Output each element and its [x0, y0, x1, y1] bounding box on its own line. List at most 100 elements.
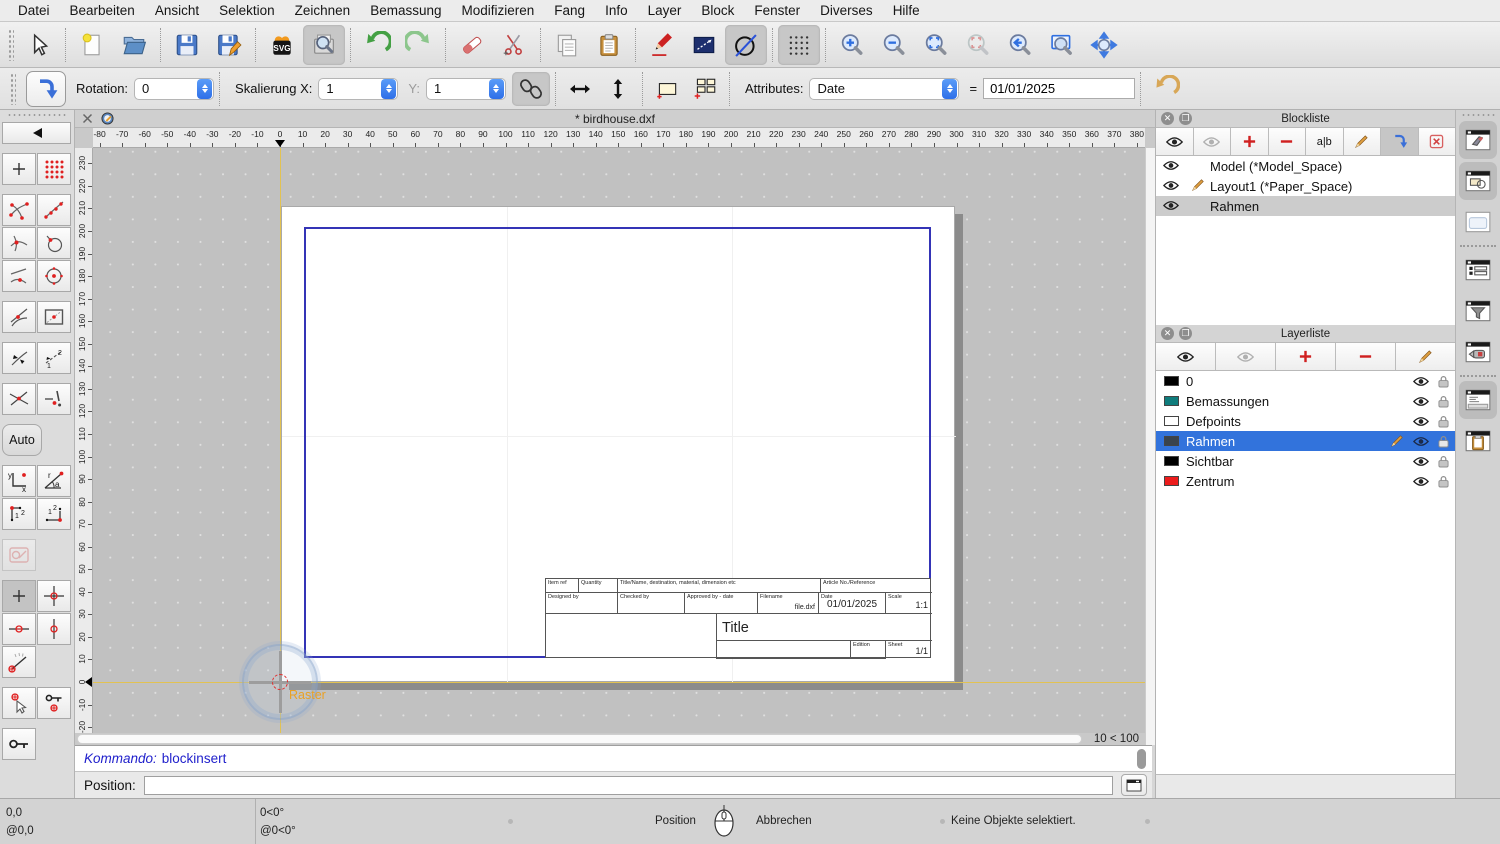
command-line-toggle-button[interactable]	[1459, 381, 1497, 419]
menu-datei[interactable]: Datei	[8, 3, 60, 18]
edit-layer-button[interactable]	[1396, 343, 1455, 370]
pencil-icon[interactable]	[1390, 434, 1404, 448]
restrict-horizontal-button[interactable]	[2, 613, 36, 645]
grid-toggle-button[interactable]	[778, 24, 820, 65]
eye-icon[interactable]	[1163, 160, 1179, 171]
redo-button[interactable]	[398, 25, 440, 65]
lock-icon[interactable]	[1438, 395, 1449, 408]
drawing-canvas[interactable]: Raster Item ref Quantity Title/Name, des…	[93, 148, 1145, 733]
eye-icon[interactable]	[1413, 416, 1429, 427]
delete-button[interactable]	[451, 25, 493, 65]
add-layer-button[interactable]	[1276, 343, 1336, 370]
layer-list-item[interactable]: Bemassungen	[1156, 391, 1455, 411]
selection-filter-toggle-button[interactable]	[1459, 292, 1497, 330]
block-list-item[interactable]: Layout1 (*Paper_Space)	[1156, 176, 1455, 196]
eye-icon[interactable]	[1413, 436, 1429, 447]
menu-bearbeiten[interactable]: Bearbeiten	[60, 3, 145, 18]
snap-point-on-circle-button[interactable]	[37, 227, 71, 259]
circle-line-toggle-button[interactable]	[725, 24, 767, 65]
lock-icon[interactable]	[1438, 455, 1449, 468]
add-block-button[interactable]	[1231, 128, 1269, 155]
insert-block-button[interactable]	[1381, 128, 1419, 155]
pencil-icon[interactable]	[1191, 178, 1205, 192]
set-relative-zero-button[interactable]	[2, 687, 36, 719]
dock-drag-handle[interactable]	[1461, 113, 1495, 118]
open-file-button[interactable]	[113, 25, 155, 65]
pointer-tool-button[interactable]	[18, 25, 60, 65]
snap-center-button[interactable]	[37, 260, 71, 292]
snap-restrict-entity-button[interactable]	[2, 342, 36, 374]
restrict-vertical-button[interactable]	[37, 613, 71, 645]
vertical-scrollbar[interactable]	[1145, 148, 1155, 745]
edit-block-button[interactable]	[1343, 128, 1381, 155]
hide-all-blocks-button[interactable]	[1193, 128, 1231, 155]
lock-icon[interactable]	[1438, 435, 1449, 448]
snap-polar-coordinate-button[interactable]: ra	[37, 465, 71, 497]
keep-proportions-button[interactable]	[511, 71, 550, 106]
layer-list-toggle-button[interactable]	[1459, 162, 1497, 200]
scale-y-stepper[interactable]	[488, 78, 504, 99]
clipboard-panel-toggle-button[interactable]	[1459, 422, 1497, 460]
array-insert-button[interactable]	[686, 69, 724, 109]
new-file-button[interactable]	[71, 25, 113, 65]
snap-xy-coordinate-button[interactable]: yx	[2, 465, 36, 497]
restrict-angle-button[interactable]	[2, 646, 36, 678]
snap-endpoints-button[interactable]	[2, 194, 36, 226]
toolbar-drag-handle[interactable]	[10, 72, 16, 105]
menu-bemassung[interactable]: Bemassung	[360, 3, 451, 18]
remove-block-button[interactable]	[1268, 128, 1306, 155]
snap-nearest-button[interactable]	[2, 260, 36, 292]
flip-horizontal-button[interactable]	[561, 69, 599, 109]
layer-list-item[interactable]: Defpoints	[1156, 411, 1455, 431]
lock-icon[interactable]	[1438, 375, 1449, 388]
restrict-orthogonal-button[interactable]	[37, 580, 71, 612]
eye-icon[interactable]	[1413, 396, 1429, 407]
lock-tool-button[interactable]	[2, 728, 36, 760]
remove-layer-button[interactable]	[1336, 343, 1396, 370]
show-all-layers-button[interactable]	[1156, 343, 1216, 370]
layer-list-item[interactable]: Rahmen	[1156, 431, 1455, 451]
print-preview-button[interactable]	[303, 24, 345, 65]
flip-vertical-button[interactable]	[599, 69, 637, 109]
pan-button[interactable]	[1083, 25, 1125, 65]
svg-export-button[interactable]: SVG	[261, 25, 303, 65]
zoom-selection-button[interactable]	[957, 25, 999, 65]
position-input[interactable]	[143, 775, 1113, 795]
float-panel-icon[interactable]: ❐	[1179, 327, 1192, 340]
scale-x-stepper[interactable]	[381, 78, 397, 99]
block-list-item[interactable]: Rahmen	[1156, 196, 1455, 216]
close-panel-icon[interactable]: ✕	[1161, 327, 1174, 340]
menu-zeichnen[interactable]: Zeichnen	[285, 3, 361, 18]
rename-block-button[interactable]: a|b	[1306, 128, 1344, 155]
menu-selektion[interactable]: Selektion	[209, 3, 285, 18]
restrict-off-button[interactable]	[2, 580, 36, 612]
distance-tool-button[interactable]	[683, 25, 725, 65]
paste-button[interactable]	[588, 25, 630, 65]
layer-list-item[interactable]: 0	[1156, 371, 1455, 391]
attribute-value-input[interactable]	[983, 78, 1136, 99]
zoom-auto-button[interactable]	[915, 25, 957, 65]
block-insert-tool-button[interactable]	[26, 70, 66, 107]
horizontal-scrollbar-track[interactable]	[77, 734, 1082, 744]
horizontal-scrollbar[interactable]: 10 < 100	[75, 733, 1145, 745]
scale-x-spinbox[interactable]: 1	[318, 77, 399, 100]
copy-button[interactable]	[546, 25, 588, 65]
property-editor-toggle-button[interactable]	[1459, 203, 1497, 241]
rotation-stepper[interactable]	[197, 78, 213, 99]
reset-values-button[interactable]	[1146, 69, 1186, 109]
draw-tool-button[interactable]	[641, 25, 683, 65]
eye-icon[interactable]	[1413, 456, 1429, 467]
zoom-window-button[interactable]	[1041, 25, 1083, 65]
menu-fenster[interactable]: Fenster	[744, 3, 810, 18]
snap-distance-12-button[interactable]: 12	[37, 342, 71, 374]
undo-button[interactable]	[356, 25, 398, 65]
menu-modifizieren[interactable]: Modifizieren	[452, 3, 545, 18]
snap-reference-button[interactable]	[37, 301, 71, 333]
command-scrollbar-thumb[interactable]	[1137, 749, 1146, 769]
snap-back-button[interactable]	[2, 122, 71, 144]
menu-hilfe[interactable]: Hilfe	[883, 3, 930, 18]
save-button[interactable]	[166, 25, 208, 65]
eye-icon[interactable]	[1163, 180, 1179, 191]
lock-icon[interactable]	[1438, 415, 1449, 428]
snap-relative-cartesian-button[interactable]: 12	[2, 498, 36, 530]
